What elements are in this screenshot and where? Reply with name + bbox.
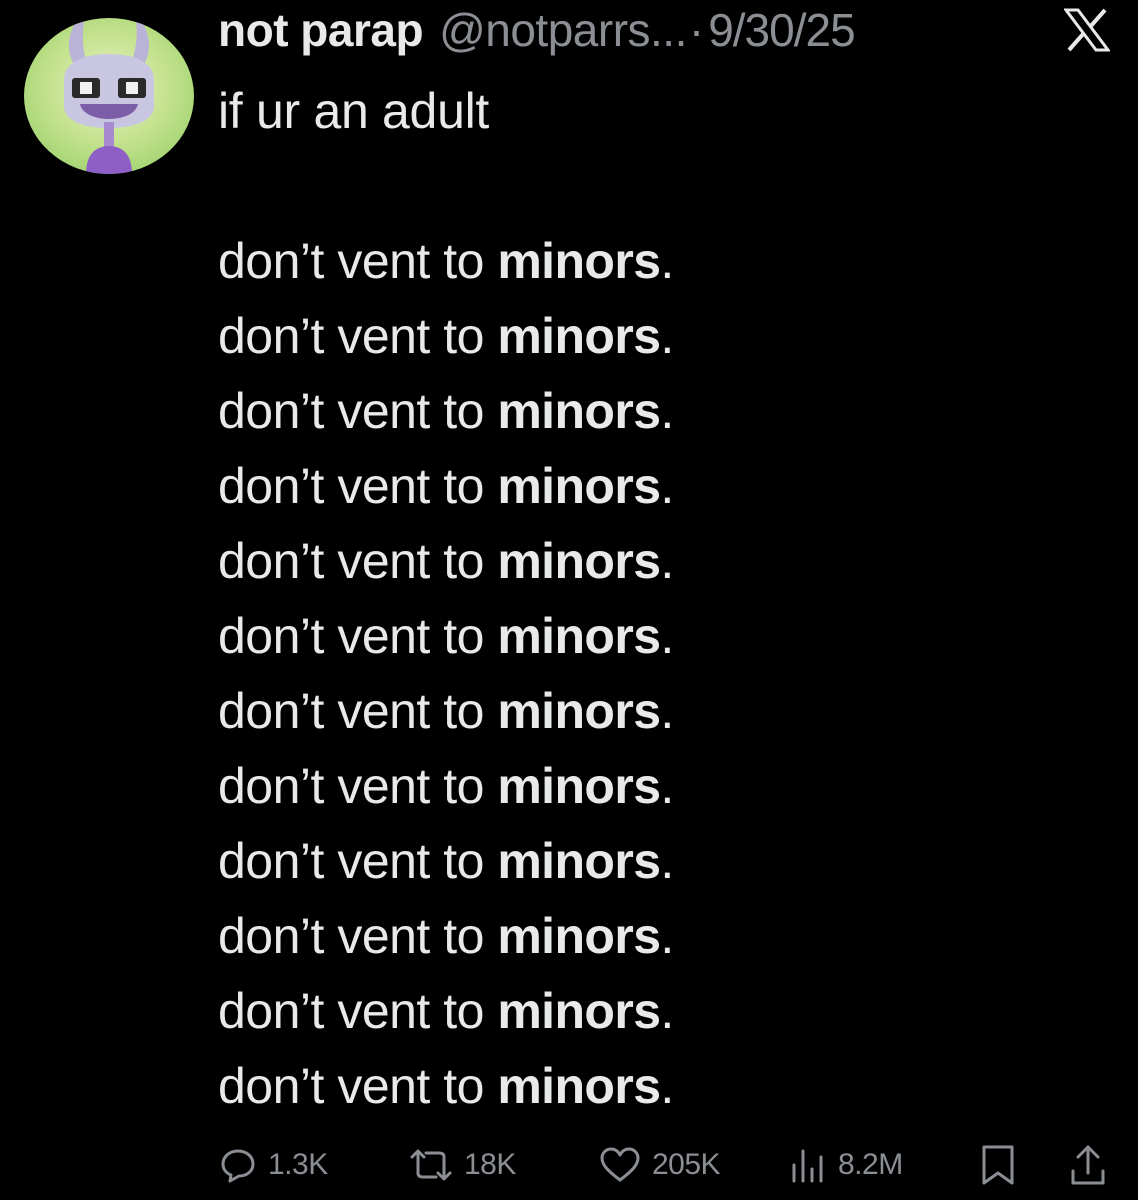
repost-count: 18K (464, 1148, 516, 1181)
post-text-line: don’t vent to minors. (218, 674, 1098, 749)
line-emphasis: minors (497, 533, 661, 589)
line-suffix: . (660, 758, 674, 814)
x-logo-icon[interactable] (1064, 8, 1110, 52)
line-emphasis: minors (497, 608, 661, 664)
like-count: 205K (652, 1148, 721, 1181)
line-suffix: . (660, 533, 674, 589)
line-emphasis: minors (497, 908, 661, 964)
line-emphasis: minors (497, 683, 661, 739)
line-prefix: don’t vent to (218, 308, 498, 364)
line-suffix: . (660, 1058, 674, 1114)
like-button[interactable]: 205K (598, 1140, 721, 1190)
line-prefix: don’t vent to (218, 683, 498, 739)
post-text-line: don’t vent to minors. (218, 374, 1098, 449)
post-intro-text: if ur an adult (218, 83, 489, 139)
line-emphasis: minors (497, 758, 661, 814)
line-emphasis: minors (497, 383, 661, 439)
post-text-line: don’t vent to minors. (218, 599, 1098, 674)
line-suffix: . (660, 683, 674, 739)
post-text-line: don’t vent to minors. (218, 299, 1098, 374)
line-prefix: don’t vent to (218, 533, 498, 589)
line-emphasis: minors (497, 308, 661, 364)
cartoon-character-avatar-icon (24, 18, 194, 174)
line-suffix: . (660, 233, 674, 289)
post-text-line: don’t vent to minors. (218, 524, 1098, 599)
post-text: if ur an adult don’t vent to minors. don’… (218, 74, 1098, 1124)
post-date[interactable]: 9/30/25 (708, 4, 855, 56)
line-suffix: . (660, 608, 674, 664)
line-suffix: . (660, 308, 674, 364)
bookmark-icon (982, 1145, 1014, 1185)
author-display-name[interactable]: not parap (218, 4, 424, 56)
post-text-line: don’t vent to minors. (218, 974, 1098, 1049)
avatar[interactable] (24, 18, 194, 174)
post-header: not parap @notparrs... · 9/30/25 (218, 4, 856, 56)
line-prefix: don’t vent to (218, 608, 498, 664)
header-separator: · (688, 4, 705, 56)
share-icon (1071, 1145, 1105, 1185)
post-text-line: don’t vent to minors. (218, 449, 1098, 524)
line-suffix: . (660, 833, 674, 889)
post-text-line: don’t vent to minors. (218, 749, 1098, 824)
line-emphasis: minors (497, 983, 661, 1039)
line-prefix: don’t vent to (218, 383, 498, 439)
action-bar: 1.3K 18K 205K 8.2M (218, 1140, 1118, 1190)
bookmark-button[interactable] (978, 1140, 1018, 1190)
repeated-lines: don’t vent to minors. don’t vent to minor… (218, 224, 1098, 1124)
repost-icon (410, 1149, 452, 1181)
reply-count: 1.3K (268, 1148, 328, 1181)
line-prefix: don’t vent to (218, 833, 498, 889)
post-text-line: don’t vent to minors. (218, 224, 1098, 299)
line-prefix: don’t vent to (218, 458, 498, 514)
post-text-line: don’t vent to minors. (218, 1049, 1098, 1124)
views-count: 8.2M (838, 1148, 903, 1181)
heart-icon (600, 1147, 640, 1182)
post-text-line: don’t vent to minors. (218, 899, 1098, 974)
line-prefix: don’t vent to (218, 983, 498, 1039)
repost-button[interactable]: 18K (408, 1140, 516, 1190)
line-prefix: don’t vent to (218, 233, 498, 289)
line-emphasis: minors (497, 1058, 661, 1114)
line-suffix: . (660, 458, 674, 514)
line-prefix: don’t vent to (218, 758, 498, 814)
line-suffix: . (660, 908, 674, 964)
line-prefix: don’t vent to (218, 1058, 498, 1114)
line-suffix: . (660, 383, 674, 439)
reply-icon (221, 1149, 255, 1183)
line-emphasis: minors (497, 833, 661, 889)
reply-button[interactable]: 1.3K (218, 1140, 328, 1190)
post-text-line: don’t vent to minors. (218, 824, 1098, 899)
line-suffix: . (660, 983, 674, 1039)
author-handle[interactable]: @notparrs... (439, 4, 687, 56)
line-emphasis: minors (497, 233, 661, 289)
views-chart-icon (792, 1149, 823, 1183)
line-prefix: don’t vent to (218, 908, 498, 964)
views-button[interactable]: 8.2M (788, 1140, 903, 1190)
line-emphasis: minors (497, 458, 661, 514)
share-button[interactable] (1068, 1140, 1108, 1190)
